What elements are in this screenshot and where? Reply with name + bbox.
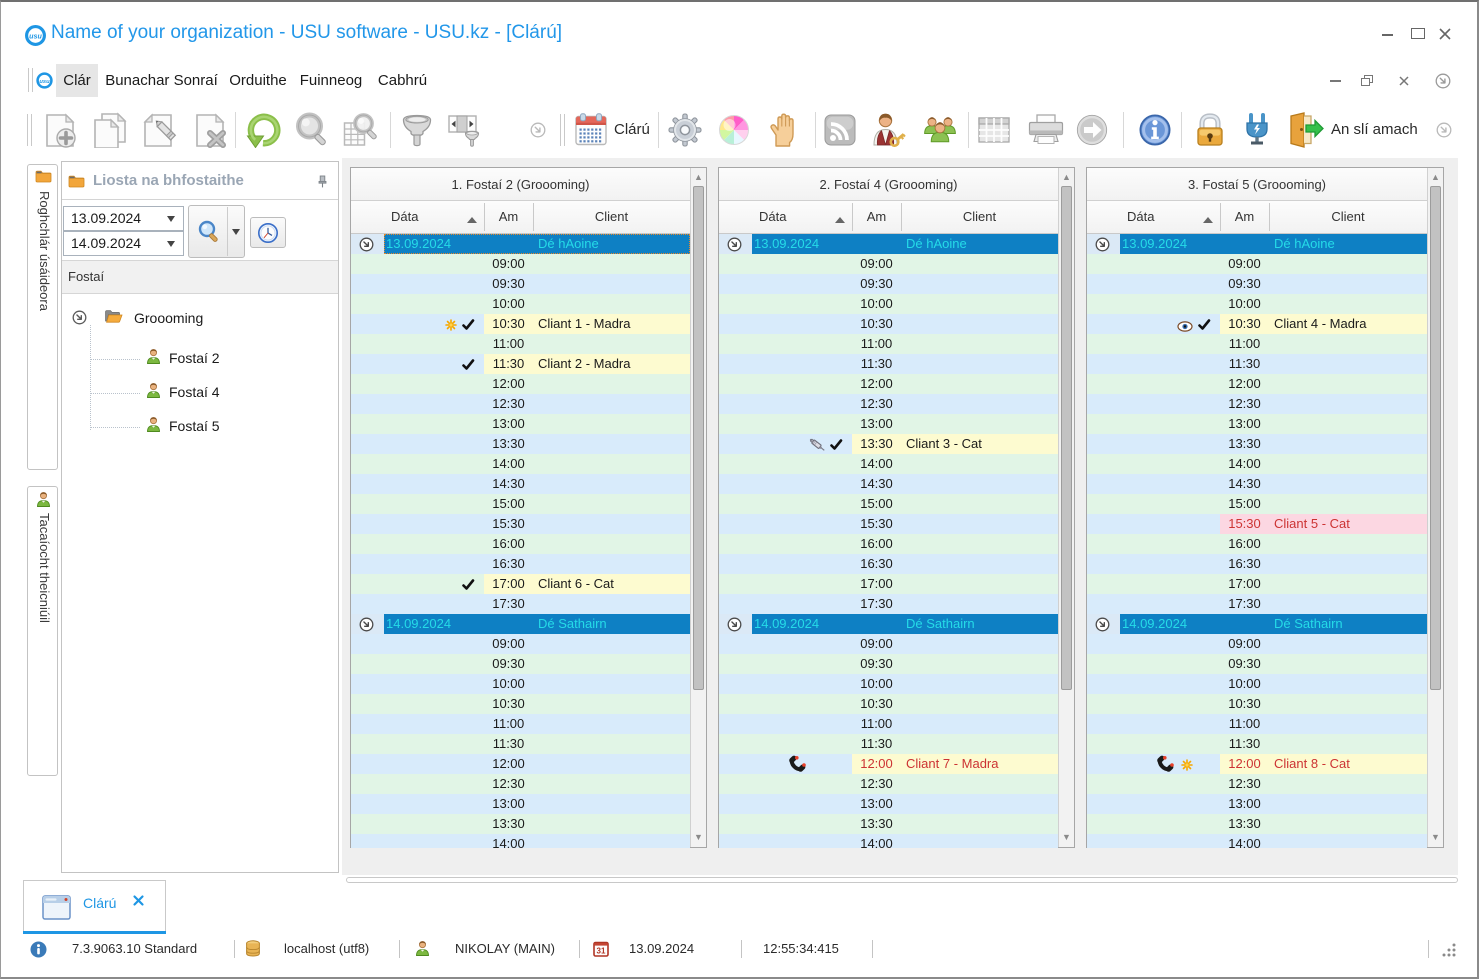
svg-text:31: 31	[597, 947, 606, 956]
svg-text:usu: usu	[39, 79, 50, 85]
svg-text:usu: usu	[29, 32, 42, 40]
